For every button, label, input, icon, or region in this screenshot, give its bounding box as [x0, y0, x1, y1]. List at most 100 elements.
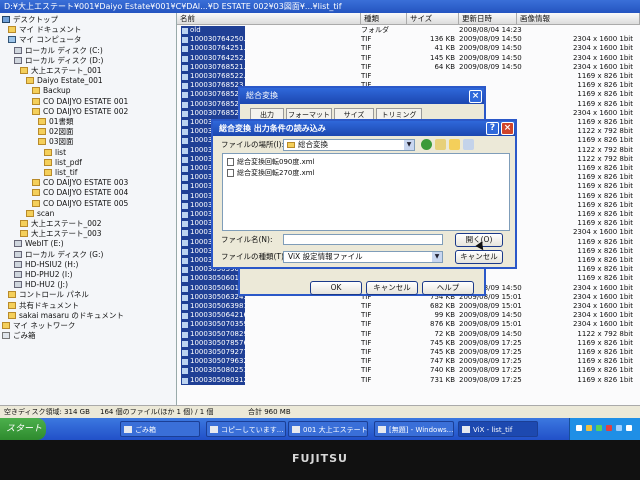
- cell-date: 2009/08/09 15:01: [459, 320, 522, 329]
- table-row[interactable]: 1000305079277... TIF 745 KB 2009/08/09 17:2…: [177, 348, 640, 358]
- taskbar-button[interactable]: [無題] - Windows...: [374, 421, 454, 437]
- convert-dialog-close-icon[interactable]: ×: [469, 90, 482, 103]
- filename-input[interactable]: [283, 234, 443, 245]
- tree-item[interactable]: CO DAIJYO ESTATE 005: [32, 199, 128, 209]
- tree-item-label: CO DAIJYO ESTATE 001: [43, 96, 129, 106]
- tree-item[interactable]: 01書類: [38, 117, 74, 127]
- tree-item[interactable]: 大上エステート_001: [20, 66, 102, 76]
- tray-volume-icon[interactable]: [586, 425, 592, 431]
- table-row[interactable]: 1000305070359... TIF 876 KB 2009/08/09 15:0…: [177, 320, 640, 330]
- list-item[interactable]: 総合変換回転270度.xml: [227, 168, 315, 178]
- new-folder-icon[interactable]: [449, 139, 460, 150]
- convert-dialog-title: 総合変換: [240, 88, 484, 104]
- cell-info: 1169 x 826 1bit: [577, 348, 633, 356]
- tree-item[interactable]: HD-HU2 (J:): [14, 280, 68, 290]
- back-arrow-icon[interactable]: [421, 139, 432, 150]
- tree-item-label: HD-HU2 (J:): [25, 280, 68, 290]
- table-row[interactable]: 1000305080312... TIF 731 KB 2009/08/09 17:2…: [177, 375, 640, 385]
- column-header-info[interactable]: 画像情報: [517, 13, 640, 25]
- taskbar-button[interactable]: コピーしています...: [206, 421, 286, 437]
- table-row[interactable]: 100030764252... TIF 145 KB 2009/08/09 14:50…: [177, 53, 640, 63]
- tree-item[interactable]: HD-PHU2 (I:): [14, 270, 73, 280]
- table-row[interactable]: 1000305079632... TIF 747 KB 2009/08/09 17:2…: [177, 357, 640, 367]
- tree-item[interactable]: list: [44, 148, 66, 158]
- tree-item[interactable]: sakai masaru のドキュメント: [8, 311, 124, 321]
- dialog-help-icon[interactable]: ?: [486, 122, 499, 135]
- cell-name: 1000305080312...: [181, 375, 245, 385]
- tree-item[interactable]: ごみ箱: [2, 331, 36, 341]
- tree-item[interactable]: マイ コンピュータ: [8, 35, 81, 45]
- table-row[interactable]: 100030764250... TIF 136 KB 2009/08/09 14:50…: [177, 35, 640, 45]
- help-button[interactable]: ヘルプ: [422, 281, 474, 295]
- xml-file-list[interactable]: 総合変換回転090度.xml 総合変換回転270度.xml: [222, 153, 510, 231]
- drive-icon: [14, 260, 22, 268]
- tree-item[interactable]: 03図面: [38, 137, 74, 147]
- explorer-window: D:¥大上エステート¥001¥Daiyo Estate¥001¥C¥DAI...…: [0, 0, 640, 440]
- tree-item[interactable]: マイ ネットワーク: [2, 321, 75, 331]
- table-row[interactable]: 1000305063981... TIF 682 KB 2009/08/09 15:0…: [177, 302, 640, 312]
- tray-alert-icon[interactable]: [606, 425, 612, 431]
- tree-item-label: 大上エステート_002: [31, 219, 102, 228]
- cell-name: 100030768525...: [181, 99, 245, 109]
- table-row[interactable]: 1000305078576... TIF 745 KB 2009/08/09 17:2…: [177, 338, 640, 348]
- table-row[interactable]: 1000305080251... TIF 740 KB 2009/08/09 17:2…: [177, 366, 640, 376]
- tray-app-icon[interactable]: [616, 425, 622, 431]
- tree-item[interactable]: コントロール パネル: [8, 290, 89, 300]
- column-header-size[interactable]: サイズ: [407, 13, 459, 25]
- location-combo[interactable]: 総合変換: [283, 139, 415, 151]
- column-header-date[interactable]: 更新日時: [459, 13, 517, 25]
- table-row[interactable]: 1000305070829... TIF 72 KB 2009/08/09 14:50…: [177, 329, 640, 339]
- ok-button[interactable]: OK: [310, 281, 362, 295]
- cell-name: 100030768523...: [181, 81, 245, 91]
- filetype-combo[interactable]: ViX 設定情報ファイル: [283, 251, 443, 263]
- table-row[interactable]: old フォルダ 2008/08/04 14:23: [177, 26, 640, 36]
- tree-item[interactable]: Daiyo Estate_001: [26, 76, 103, 86]
- tree-item[interactable]: ローカル ディスク (C:): [14, 46, 103, 56]
- table-row[interactable]: 100030764251... TIF 41 KB 2009/08/09 14:50 2…: [177, 44, 640, 54]
- column-header-type[interactable]: 種類: [361, 13, 407, 25]
- tree-item[interactable]: scan: [26, 209, 54, 219]
- tree-item[interactable]: CO DAIJYO ESTATE 003: [32, 178, 128, 188]
- cell-name: 1000305080251...: [181, 366, 245, 376]
- tray-security-icon[interactable]: [596, 425, 602, 431]
- tree-item[interactable]: 大上エステート_003: [20, 229, 102, 239]
- folder-icon: [44, 169, 52, 176]
- tree-item[interactable]: ローカル ディスク (G:): [14, 250, 103, 260]
- table-row[interactable]: 1000305064216... TIF 99 KB 2009/08/09 14:50…: [177, 311, 640, 321]
- taskbar-button[interactable]: 001 大上エステート: [288, 421, 368, 437]
- tree-item[interactable]: 共有ドキュメント: [8, 301, 79, 311]
- tree-item[interactable]: WebIT (E:): [14, 239, 64, 249]
- taskbar-button[interactable]: ViX - list_tif: [458, 421, 538, 437]
- tree-item[interactable]: list_tif: [44, 168, 77, 178]
- cell-name: 1000305063981...: [181, 302, 245, 312]
- cell-info: 1122 x 792 8bit: [577, 145, 633, 154]
- cell-info: 1169 x 826 1bit: [577, 118, 633, 126]
- view-menu-icon[interactable]: [463, 139, 474, 150]
- table-row[interactable]: 100030768521... TIF 64 KB 2009/08/09 14:50 2…: [177, 62, 640, 72]
- table-row[interactable]: 100030768522... TIF 1169 x 826 1bit: [177, 72, 640, 82]
- tree-item[interactable]: 02図面: [38, 127, 74, 137]
- list-item[interactable]: 総合変換回転090度.xml: [227, 157, 315, 167]
- tree-item[interactable]: マイ ドキュメント: [8, 25, 81, 35]
- tree-item[interactable]: CO DAIJYO ESTATE 001: [32, 97, 128, 107]
- tree-item[interactable]: HD-HSIU2 (H:): [14, 260, 78, 270]
- column-header-name[interactable]: 名前: [177, 13, 361, 25]
- tree-item[interactable]: Backup: [32, 86, 71, 96]
- folder-icon: [20, 230, 28, 238]
- folder-tree[interactable]: デスクトップ マイ ドキュメント マイ コンピュータ ローカル ディスク (C:) ロー…: [0, 13, 177, 405]
- tray-clock-icon[interactable]: [626, 425, 632, 431]
- folder-icon: [44, 158, 52, 166]
- tree-item[interactable]: CO DAIJYO ESTATE 002: [32, 107, 128, 117]
- taskbar-button[interactable]: ごみ箱: [120, 421, 200, 437]
- tray-network-icon[interactable]: [576, 425, 582, 431]
- back-cancel-button[interactable]: キャンセル: [366, 281, 418, 295]
- dialog-close-icon[interactable]: ×: [501, 122, 514, 135]
- cell-size: 99 KB: [434, 311, 455, 320]
- up-folder-icon[interactable]: [435, 139, 446, 150]
- tree-item[interactable]: CO DAIJYO ESTATE 004: [32, 188, 128, 198]
- start-button[interactable]: スタート: [0, 418, 46, 440]
- tree-item[interactable]: 大上エステート_002: [20, 219, 102, 229]
- tree-item[interactable]: list_pdf: [44, 158, 82, 168]
- tree-item[interactable]: ローカル ディスク (D:): [14, 56, 103, 66]
- tree-item[interactable]: デスクトップ: [2, 15, 58, 25]
